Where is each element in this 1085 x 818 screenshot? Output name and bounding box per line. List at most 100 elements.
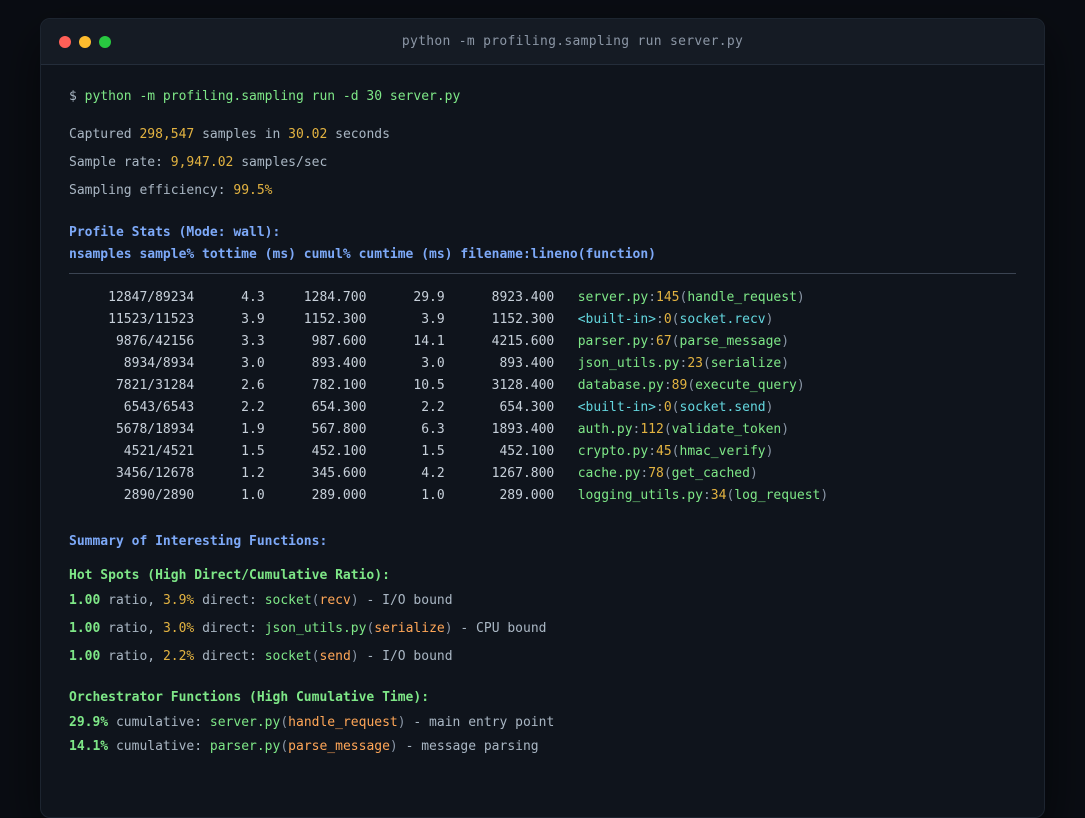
paren: ( [687, 378, 696, 393]
ratio-value: 1.00 [69, 649, 101, 664]
paren: ( [311, 649, 320, 664]
paren: ) [350, 649, 359, 664]
function-name: hmac_verify [679, 444, 766, 459]
paren: ( [671, 400, 680, 415]
samples-count: 298,547 [139, 127, 195, 142]
profile-row: 7821/31284 2.6 782.100 10.5 3128.400 dat… [69, 375, 1016, 397]
table-divider [69, 273, 1016, 274]
text: direct: [194, 621, 265, 636]
paren: ( [311, 593, 320, 608]
paren: ) [820, 488, 829, 503]
orchestrators-heading: Orchestrator Functions (High Cumulative … [69, 690, 430, 705]
captured-label: Captured [69, 127, 140, 142]
sample-rate-line: Sample rate: 9,947.02 samples/sec [69, 153, 1016, 173]
colon: : [648, 334, 657, 349]
efficiency-value: 99.5% [233, 183, 273, 198]
profile-row: 9876/42156 3.3 987.600 14.1 4215.600 par… [69, 331, 1016, 353]
text: cumulative: [108, 739, 210, 754]
colon: : [656, 400, 664, 415]
hot-spot-item: 1.00 ratio, 2.2% direct: socket(send) - … [69, 647, 1016, 667]
note-text: - main entry point [405, 715, 555, 730]
hot-spot-item: 1.00 ratio, 3.0% direct: json_utils.py(s… [69, 619, 1016, 639]
close-button[interactable] [59, 35, 71, 48]
sample-rate-label: Sample rate: [69, 155, 171, 170]
colon: : [702, 488, 711, 503]
row-metrics: 8934/8934 3.0 893.400 3.0 893.400 [69, 356, 578, 371]
function-name: parse_message [679, 334, 782, 349]
profile-row: 2890/2890 1.0 289.000 1.0 289.000 loggin… [69, 485, 1016, 507]
line-number: 23 [687, 356, 703, 371]
filename: crypto.py [577, 444, 649, 459]
profile-row: 3456/12678 1.2 345.600 4.2 1267.800 cach… [69, 463, 1016, 485]
paren: ) [765, 444, 774, 459]
window-titlebar[interactable]: python -m profiling.sampling run server.… [41, 19, 1044, 65]
paren: ( [671, 444, 680, 459]
note-text: - I/O bound [358, 593, 453, 608]
command-line: $ python -m profiling.sampling run -d 30… [69, 87, 1016, 107]
profile-row: 4521/4521 1.5 452.100 1.5 452.100 crypto… [69, 441, 1016, 463]
minimize-button[interactable] [79, 35, 91, 48]
direct-percent: 2.2% [162, 649, 195, 664]
summary-heading: Summary of Interesting Functions: [69, 534, 328, 549]
colon: : [640, 466, 649, 481]
target-name: parser.py [209, 739, 281, 754]
profile-row: 6543/6543 2.2 654.300 2.2 654.300 <built… [69, 397, 1016, 419]
line-number: 45 [656, 444, 672, 459]
colon: : [663, 378, 672, 393]
line-number: 89 [671, 378, 688, 393]
paren: ) [389, 739, 398, 754]
filename: server.py [577, 290, 649, 305]
row-metrics: 5678/18934 1.9 567.800 6.3 1893.400 [69, 422, 578, 437]
row-metrics: 9876/42156 3.3 987.600 14.1 4215.600 [69, 334, 578, 349]
paren: ) [765, 312, 774, 327]
row-metrics: 2890/2890 1.0 289.000 1.0 289.000 [69, 488, 578, 503]
text: direct: [194, 593, 265, 608]
line-number: 0 [663, 312, 672, 327]
maximize-button[interactable] [99, 35, 111, 48]
text: ratio, [100, 649, 163, 664]
paren: ) [397, 715, 406, 730]
profile-row: 8934/8934 3.0 893.400 3.0 893.400 json_u… [69, 353, 1016, 375]
shell-prompt: $ [69, 89, 85, 104]
profile-stats-heading: Profile Stats (Mode: wall): [69, 225, 281, 240]
target-name: server.py [209, 715, 281, 730]
paren: ( [280, 715, 289, 730]
row-metrics: 7821/31284 2.6 782.100 10.5 3128.400 [69, 378, 578, 393]
orchestrator-item: 29.9% cumulative: server.py(handle_reque… [69, 713, 1016, 733]
paren: ) [796, 378, 805, 393]
paren: ( [663, 466, 672, 481]
function-name: handle_request [288, 715, 398, 730]
function-name: get_cached [671, 466, 750, 481]
colon: : [648, 290, 657, 305]
paren: ( [280, 739, 289, 754]
captured-suffix-text: seconds [327, 127, 390, 142]
function-name: handle_request [687, 290, 797, 305]
filename: database.py [577, 378, 664, 393]
paren: ) [749, 466, 758, 481]
filename: json_utils.py [577, 356, 680, 371]
profile-rows: 12847/89234 4.3 1284.700 29.9 8923.400 s… [69, 287, 1016, 507]
paren: ( [663, 422, 672, 437]
line-number: 145 [656, 290, 680, 305]
row-metrics: 4521/4521 1.5 452.100 1.5 452.100 [69, 444, 578, 459]
line-number: 112 [640, 422, 664, 437]
function-name: execute_query [695, 378, 797, 393]
note-text: - message parsing [397, 739, 539, 754]
captured-line: Captured 298,547 samples in 30.02 second… [69, 125, 1016, 145]
function-name: socket.send [679, 400, 766, 415]
target-name: socket [264, 649, 312, 664]
function-name: parse_message [288, 739, 390, 754]
direct-percent: 3.0% [162, 621, 195, 636]
colon: : [648, 444, 657, 459]
efficiency-label: Sampling efficiency: [69, 183, 234, 198]
profile-row: 5678/18934 1.9 567.800 6.3 1893.400 auth… [69, 419, 1016, 441]
note-text: - CPU bound [452, 621, 547, 636]
function-name: log_request [734, 488, 821, 503]
sample-rate-value: 9,947.02 [170, 155, 234, 170]
line-number: 34 [710, 488, 727, 503]
filename: <built-in> [577, 312, 657, 327]
row-metrics: 6543/6543 2.2 654.300 2.2 654.300 [69, 400, 578, 415]
paren: ( [671, 312, 680, 327]
function-name: send [319, 649, 351, 664]
filename: <built-in> [577, 400, 657, 415]
